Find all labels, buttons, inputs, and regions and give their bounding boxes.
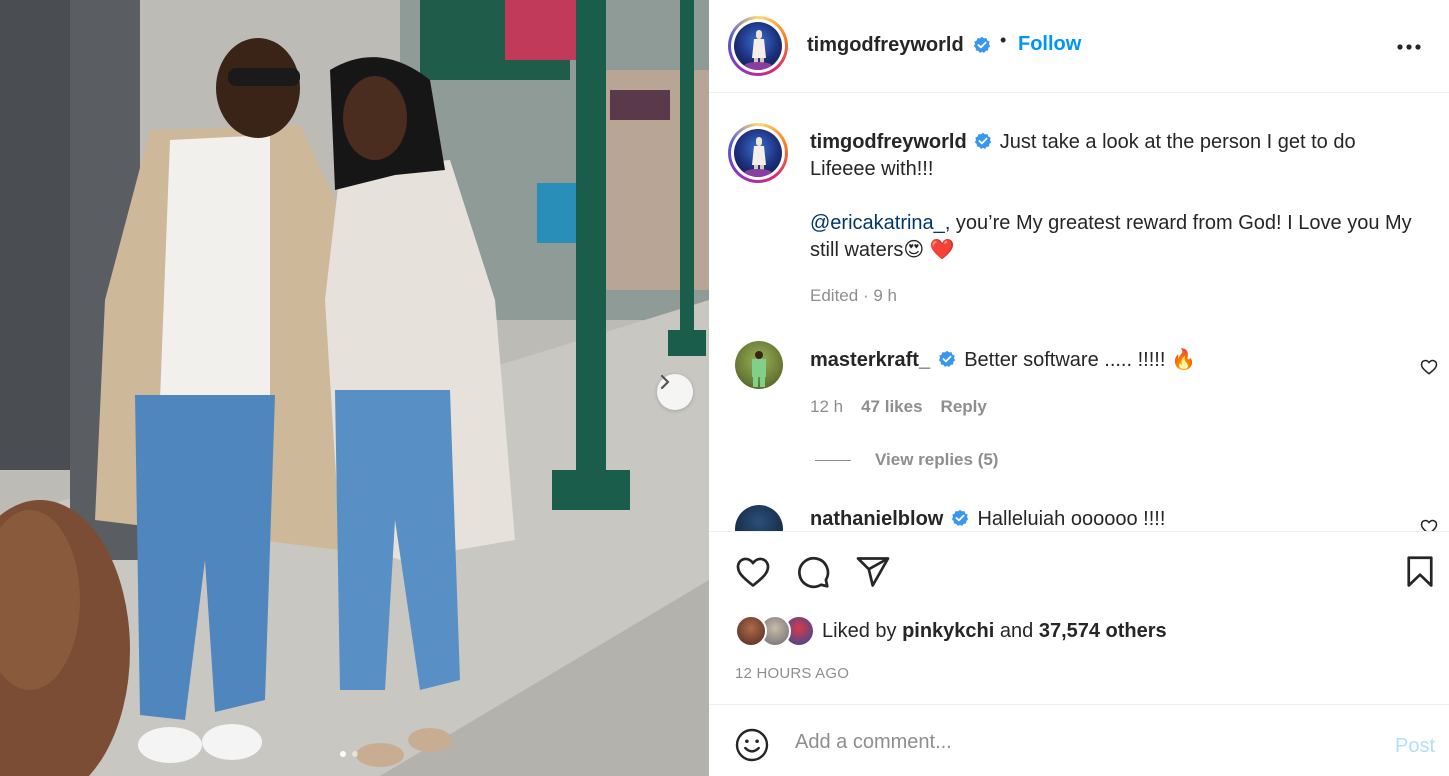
- likes-and: and: [999, 619, 1034, 642]
- paper-plane-icon[interactable]: [855, 554, 891, 590]
- verified-badge-icon: [938, 350, 955, 367]
- comment-likes[interactable]: 47 likes: [861, 397, 922, 417]
- caption-emojis: 😍 ❤️: [903, 239, 955, 261]
- post-details-panel: timgodfreyworld • Follow timgodfreyworld…: [709, 0, 1449, 776]
- comment-like-heart-icon[interactable]: [1420, 358, 1438, 376]
- post-actions: Liked by pinkykchi and 37,574 others 12 …: [709, 531, 1449, 704]
- caption-author-avatar[interactable]: [728, 123, 788, 183]
- post-photo[interactable]: [0, 0, 709, 776]
- author-username[interactable]: timgodfreyworld: [807, 34, 964, 57]
- post-comment-button[interactable]: Post: [1395, 735, 1435, 758]
- caption-mention-link[interactable]: @ericakatrina_: [810, 212, 945, 234]
- avatar-image: [744, 137, 772, 177]
- chevron-right-icon: [660, 374, 670, 390]
- caption-text: timgodfreyworld Just take a look at the …: [810, 129, 1420, 264]
- liker-avatar: [735, 615, 767, 647]
- verified-badge-icon: [973, 36, 991, 53]
- reply-button[interactable]: Reply: [941, 397, 987, 417]
- view-replies-label: View replies (5): [875, 450, 999, 469]
- edited-label: Edited: [810, 286, 859, 305]
- emoji-smile-icon[interactable]: [734, 727, 770, 763]
- liker-username[interactable]: pinkykchi: [902, 620, 994, 642]
- comment-text: masterkraft_ Better software ..... !!!!!…: [810, 347, 1196, 372]
- commenter-avatar[interactable]: [735, 341, 783, 389]
- comment-meta: 12 h 47 likes Reply: [810, 397, 987, 417]
- commenter-username[interactable]: nathanielblow: [810, 508, 943, 530]
- add-comment-bar: Post: [709, 704, 1449, 776]
- verified-badge-icon: [975, 132, 992, 149]
- likes-others-link[interactable]: 37,574 others: [1039, 620, 1167, 642]
- comments-list[interactable]: timgodfreyworld Just take a look at the …: [709, 93, 1449, 531]
- comment-icon[interactable]: [795, 554, 831, 590]
- follow-button[interactable]: Follow: [1018, 33, 1081, 56]
- liked-by-prefix: Liked by: [822, 619, 897, 642]
- likes-summary: Liked by pinkykchi and 37,574 others: [735, 615, 1167, 647]
- heart-icon[interactable]: [735, 554, 771, 590]
- commenter-avatar[interactable]: [735, 505, 783, 531]
- caption-username[interactable]: timgodfreyworld: [810, 131, 967, 153]
- couple-photo-illustration: [0, 0, 709, 776]
- carousel-dot-active: [340, 751, 346, 757]
- caption-meta: Edited · 9 h: [810, 286, 897, 306]
- more-horizontal-icon[interactable]: [1396, 34, 1422, 60]
- post-timestamp[interactable]: 12 HOURS AGO: [735, 665, 849, 682]
- likes-text: Liked by pinkykchi and 37,574 others: [822, 620, 1167, 643]
- post-header: timgodfreyworld • Follow: [709, 0, 1449, 93]
- liker-avatars[interactable]: [735, 615, 817, 647]
- next-slide-button[interactable]: [657, 374, 693, 410]
- comment-body: Better software ..... !!!!! 🔥: [964, 349, 1196, 371]
- comment-like-heart-icon[interactable]: [1420, 518, 1438, 531]
- comment-body: Halleluiah oooooo !!!!: [977, 508, 1166, 530]
- bookmark-icon[interactable]: [1402, 554, 1438, 590]
- caption-time[interactable]: 9 h: [873, 286, 897, 305]
- comment-input[interactable]: [795, 727, 1355, 757]
- header-separator: •: [1000, 30, 1007, 50]
- carousel-indicator: [340, 751, 358, 757]
- view-replies-button[interactable]: View replies (5): [815, 450, 998, 470]
- avatar-image: [752, 351, 766, 387]
- comment-text: nathanielblow Halleluiah oooooo !!!!: [810, 508, 1165, 531]
- carousel-dot: [352, 751, 358, 757]
- meta-dot: ·: [862, 286, 869, 305]
- commenter-username[interactable]: masterkraft_: [810, 349, 930, 371]
- author-avatar[interactable]: [728, 16, 788, 76]
- verified-badge-icon: [951, 509, 969, 526]
- avatar-image: [744, 30, 772, 70]
- comment-time[interactable]: 12 h: [810, 397, 843, 417]
- replies-divider: [815, 459, 851, 461]
